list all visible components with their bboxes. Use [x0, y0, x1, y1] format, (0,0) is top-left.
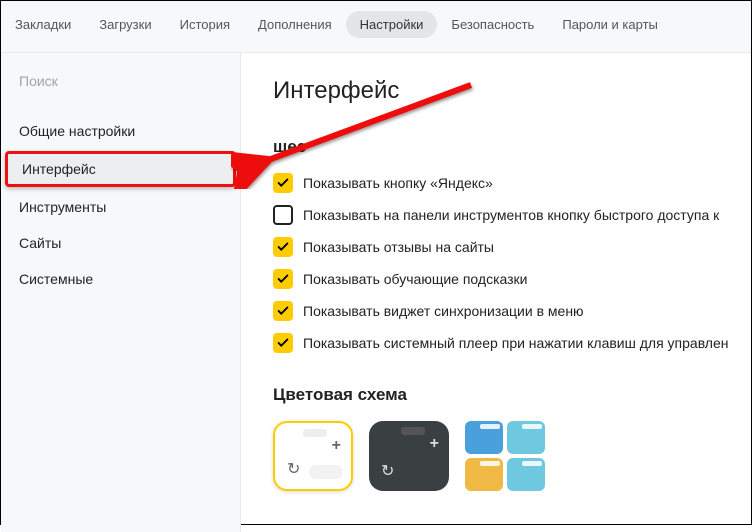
tab-history[interactable]: История [166, 11, 244, 38]
tab-addons[interactable]: Дополнения [244, 11, 346, 38]
settings-content: Интерфейс щее Показывать кнопку «Яндекс»… [241, 53, 751, 532]
checkbox-sync-widget[interactable] [273, 301, 293, 321]
reload-icon: ↻ [381, 461, 394, 481]
sidebar-item-general[interactable]: Общие настройки [1, 113, 240, 149]
checkbox-reviews[interactable] [273, 237, 293, 257]
settings-sidebar: Поиск Общие настройки Интерфейс Инструме… [1, 53, 241, 532]
option-label: Показывать отзывы на сайты [303, 239, 494, 255]
sidebar-item-tools[interactable]: Инструменты [1, 189, 240, 225]
top-navigation: Закладки Загрузки История Дополнения Нас… [1, 1, 751, 53]
checkbox-tips[interactable] [273, 269, 293, 289]
search-input[interactable]: Поиск [1, 65, 240, 113]
option-label: Показывать кнопку «Яндекс» [303, 175, 493, 191]
color-scheme-light[interactable]: + ↻ [273, 421, 353, 491]
option-row: Показывать виджет синхронизации в меню [273, 301, 751, 321]
tab-bookmarks[interactable]: Закладки [1, 11, 85, 38]
option-label: Показывать виджет синхронизации в меню [303, 303, 584, 319]
options-list: Показывать кнопку «Яндекс» Показывать на… [273, 173, 751, 353]
option-row: Показывать кнопку «Яндекс» [273, 173, 751, 193]
checkbox-toolbar-quick-access[interactable] [273, 205, 293, 225]
tab-security[interactable]: Безопасность [437, 11, 548, 38]
checkbox-system-player[interactable] [273, 333, 293, 353]
checkbox-yandex-button[interactable] [273, 173, 293, 193]
plus-icon: + [430, 435, 439, 453]
option-label: Показывать системный плеер при нажатии к… [303, 335, 729, 351]
tab-downloads[interactable]: Загрузки [85, 11, 165, 38]
section-general-title: щее [273, 137, 751, 157]
tab-settings[interactable]: Настройки [346, 11, 438, 38]
section-color-title: Цветовая схема [273, 385, 751, 405]
option-row: Показывать системный плеер при нажатии к… [273, 333, 751, 353]
color-scheme-colorful[interactable] [465, 421, 545, 491]
option-row: Показывать на панели инструментов кнопку… [273, 205, 751, 225]
color-scheme-picker: + ↻ + ↻ [273, 421, 751, 491]
sidebar-item-system[interactable]: Системные [1, 261, 240, 297]
reload-icon: ↻ [287, 459, 300, 479]
sidebar-item-interface[interactable]: Интерфейс [5, 151, 236, 187]
page-title: Интерфейс [273, 77, 751, 105]
color-scheme-dark[interactable]: + ↻ [369, 421, 449, 491]
sidebar-item-sites[interactable]: Сайты [1, 225, 240, 261]
option-row: Показывать отзывы на сайты [273, 237, 751, 257]
option-label: Показывать на панели инструментов кнопку… [303, 207, 719, 223]
tab-passwords[interactable]: Пароли и карты [548, 11, 672, 38]
option-row: Показывать обучающие подсказки [273, 269, 751, 289]
plus-icon: + [332, 437, 341, 455]
option-label: Показывать обучающие подсказки [303, 271, 528, 287]
